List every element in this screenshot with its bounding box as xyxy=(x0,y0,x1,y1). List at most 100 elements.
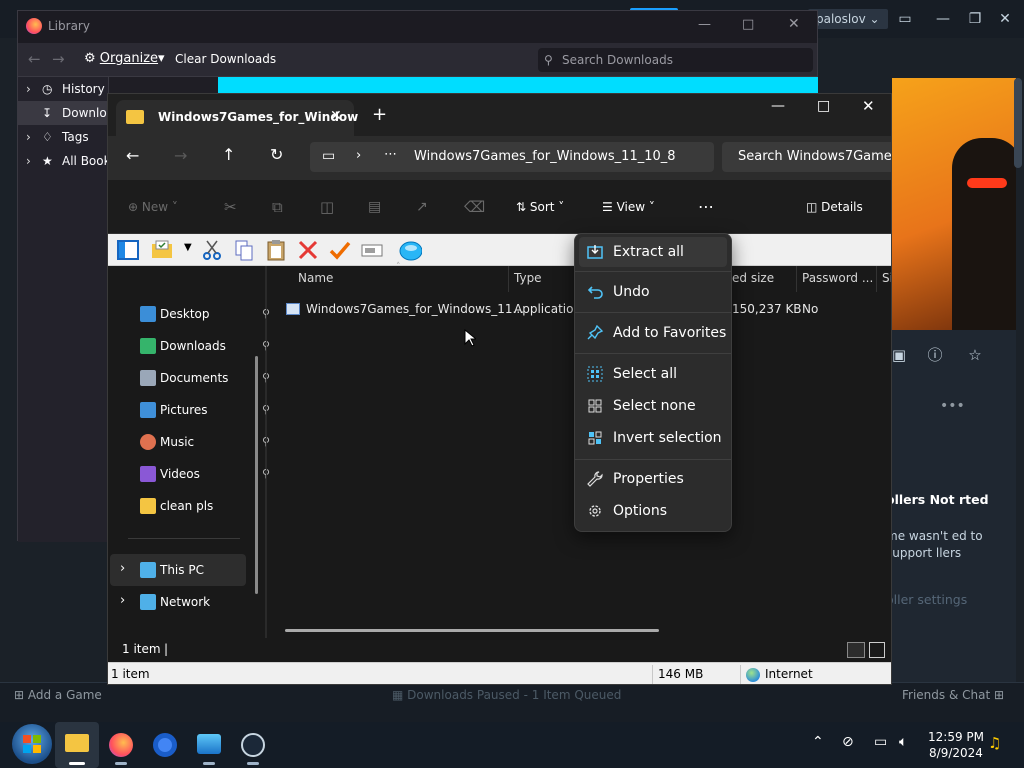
tray-chevron-icon[interactable]: ⌃ xyxy=(812,734,824,750)
column-size[interactable]: Si xyxy=(882,271,891,285)
friends-chat-button[interactable]: Friends & Chat ⊞ xyxy=(902,688,1004,702)
explorer-maximize-button[interactable]: □ xyxy=(817,98,830,114)
clock-date[interactable]: 8/9/2024 xyxy=(926,745,986,761)
back-arrow-icon[interactable]: ← xyxy=(28,50,41,68)
copy-legacy-icon[interactable] xyxy=(232,238,256,262)
library-close-button[interactable]: ✕ xyxy=(788,16,800,32)
new-button[interactable]: ⊕ New ˅ xyxy=(128,192,178,222)
back-icon[interactable]: ← xyxy=(126,146,139,165)
column-name[interactable]: Name xyxy=(298,271,333,285)
nav-videos[interactable]: Videos⚲ xyxy=(140,460,270,488)
menu-properties[interactable]: Properties xyxy=(579,464,727,494)
file-name[interactable]: Windows7Games_for_Windows_11... xyxy=(306,302,524,316)
favorite-star-icon[interactable]: ☆ xyxy=(962,342,988,368)
info-icon[interactable]: ⓘ xyxy=(922,342,948,368)
explorer-minimize-button[interactable]: — xyxy=(771,98,785,114)
network-off-icon[interactable]: ⊘ xyxy=(842,734,854,750)
details-view-icon[interactable] xyxy=(847,642,865,658)
cut-legacy-icon[interactable] xyxy=(200,238,224,262)
steam-close-button[interactable]: ✕ xyxy=(996,10,1014,28)
menu-undo[interactable]: Undo xyxy=(579,277,727,307)
expand-chevron-icon[interactable]: › xyxy=(120,561,125,576)
view-button[interactable]: ☰ View ˅ xyxy=(602,192,655,222)
new-tab-icon[interactable]: + xyxy=(372,104,387,125)
menu-extract-all[interactable]: Extract all xyxy=(579,237,727,267)
paste-legacy-icon[interactable] xyxy=(264,238,288,262)
start-button[interactable] xyxy=(12,724,52,764)
cut-icon[interactable]: ✂ xyxy=(224,192,237,222)
clock-time[interactable]: 12:59 PM xyxy=(926,729,986,745)
add-game-button[interactable]: ⊞ Add a Game xyxy=(14,688,102,702)
steam-scrollbar[interactable] xyxy=(1014,78,1022,168)
more-icon[interactable]: ⋯ xyxy=(698,192,714,222)
folder-options-icon[interactable] xyxy=(150,238,174,262)
tree-item-downloads[interactable]: ↧Downloads xyxy=(18,101,108,125)
explorer-tab[interactable]: Windows7Games_for_Window ✕ xyxy=(116,100,358,136)
steam-minimize-button[interactable]: — xyxy=(934,10,952,28)
menu-options[interactable]: Options xyxy=(579,496,727,526)
horizontal-scrollbar[interactable] xyxy=(285,629,659,632)
column-password[interactable]: Password ... xyxy=(802,271,873,285)
library-minimize-button[interactable]: — xyxy=(698,17,711,32)
paste-icon[interactable]: ◫ xyxy=(320,192,334,222)
library-search-input[interactable]: ⚲ Search Downloads xyxy=(538,48,813,72)
downloads-status[interactable]: ▦ Downloads Paused - 1 Item Queued xyxy=(392,688,621,702)
explorer-close-button[interactable]: ✕ xyxy=(862,97,875,115)
breadcrumb-overflow-icon[interactable]: ⋯ xyxy=(384,147,397,162)
tree-item-history[interactable]: › ◷ History xyxy=(18,77,108,101)
column-compressed-size[interactable]: ed size xyxy=(732,271,774,285)
notification-bell-icon[interactable]: ♫ xyxy=(988,734,1001,752)
tab-close-icon[interactable]: ✕ xyxy=(330,108,342,124)
expand-chevron-icon[interactable]: › xyxy=(120,593,125,608)
nav-network[interactable]: Network xyxy=(140,588,270,616)
display-icon[interactable]: ▭ xyxy=(874,734,887,750)
nav-music[interactable]: Music⚲ xyxy=(140,428,270,456)
tree-item-all-bookmarks[interactable]: ›★All Bookmarks xyxy=(18,149,108,173)
forward-icon[interactable]: → xyxy=(174,146,187,165)
steam-bigpicture-icon[interactable]: ▭ xyxy=(896,10,914,28)
checkmark-icon[interactable] xyxy=(328,238,352,262)
clear-downloads-button[interactable]: Clear Downloads xyxy=(175,52,276,66)
dropdown-arrow-icon[interactable]: ▼ xyxy=(184,242,192,253)
up-icon[interactable]: ↑ xyxy=(222,145,235,164)
nav-downloads[interactable]: Downloads⚲ xyxy=(140,332,270,360)
column-type[interactable]: Type xyxy=(514,271,542,285)
rename-legacy-icon[interactable] xyxy=(360,238,384,262)
taskbar-steam[interactable] xyxy=(231,722,275,768)
tiles-view-icon[interactable] xyxy=(869,642,885,658)
internet-sphere-icon[interactable] xyxy=(398,238,422,262)
forward-arrow-icon[interactable]: → xyxy=(52,50,65,68)
taskbar-chrome[interactable] xyxy=(143,722,187,768)
explorer-search-input[interactable]: Search Windows7Games_ xyxy=(722,142,891,172)
breadcrumb-chevron-icon[interactable]: › xyxy=(356,148,361,163)
nav-documents[interactable]: Documents⚲ xyxy=(140,364,270,392)
taskbar-photos[interactable] xyxy=(187,722,231,768)
more-options-icon[interactable]: ••• xyxy=(940,398,965,414)
taskbar-explorer[interactable] xyxy=(55,722,99,768)
organize-menu[interactable]: ⚙ Organize▾ xyxy=(84,51,165,66)
menu-add-to-favorites[interactable]: Add to Favorites xyxy=(579,318,727,348)
details-button[interactable]: ◫ Details xyxy=(806,192,863,222)
menu-invert-selection[interactable]: Invert selection xyxy=(579,423,727,453)
address-path[interactable]: Windows7Games_for_Windows_11_10_8 xyxy=(414,149,676,164)
menu-select-all[interactable]: Select all xyxy=(579,359,727,389)
steam-user-menu[interactable]: paloslov ⌄ xyxy=(808,9,888,29)
steam-restore-button[interactable]: ❐ xyxy=(966,10,984,28)
nav-clean-pls[interactable]: clean pls xyxy=(140,492,270,520)
rename-icon[interactable]: ▤ xyxy=(368,192,381,222)
nav-this-pc[interactable]: This PC xyxy=(140,556,270,584)
controller-settings-link[interactable]: oller settings xyxy=(886,592,967,607)
copy-icon[interactable]: ⧉ xyxy=(272,192,283,222)
delete-x-icon[interactable] xyxy=(296,238,320,262)
menu-select-none[interactable]: Select none xyxy=(579,391,727,421)
navigation-pane-icon[interactable] xyxy=(116,238,140,262)
delete-icon[interactable]: ⌫ xyxy=(464,192,485,222)
tree-item-tags[interactable]: › ♢ Tags xyxy=(18,125,108,149)
volume-icon[interactable]: 🔈︎ xyxy=(899,734,907,750)
refresh-icon[interactable]: ↻ xyxy=(270,145,283,164)
nav-pictures[interactable]: Pictures⚲ xyxy=(140,396,270,424)
sidebar-scrollbar[interactable] xyxy=(255,356,258,594)
library-maximize-button[interactable]: □ xyxy=(742,17,754,32)
taskbar-firefox[interactable] xyxy=(99,722,143,768)
nav-desktop[interactable]: Desktop⚲ xyxy=(140,300,270,328)
